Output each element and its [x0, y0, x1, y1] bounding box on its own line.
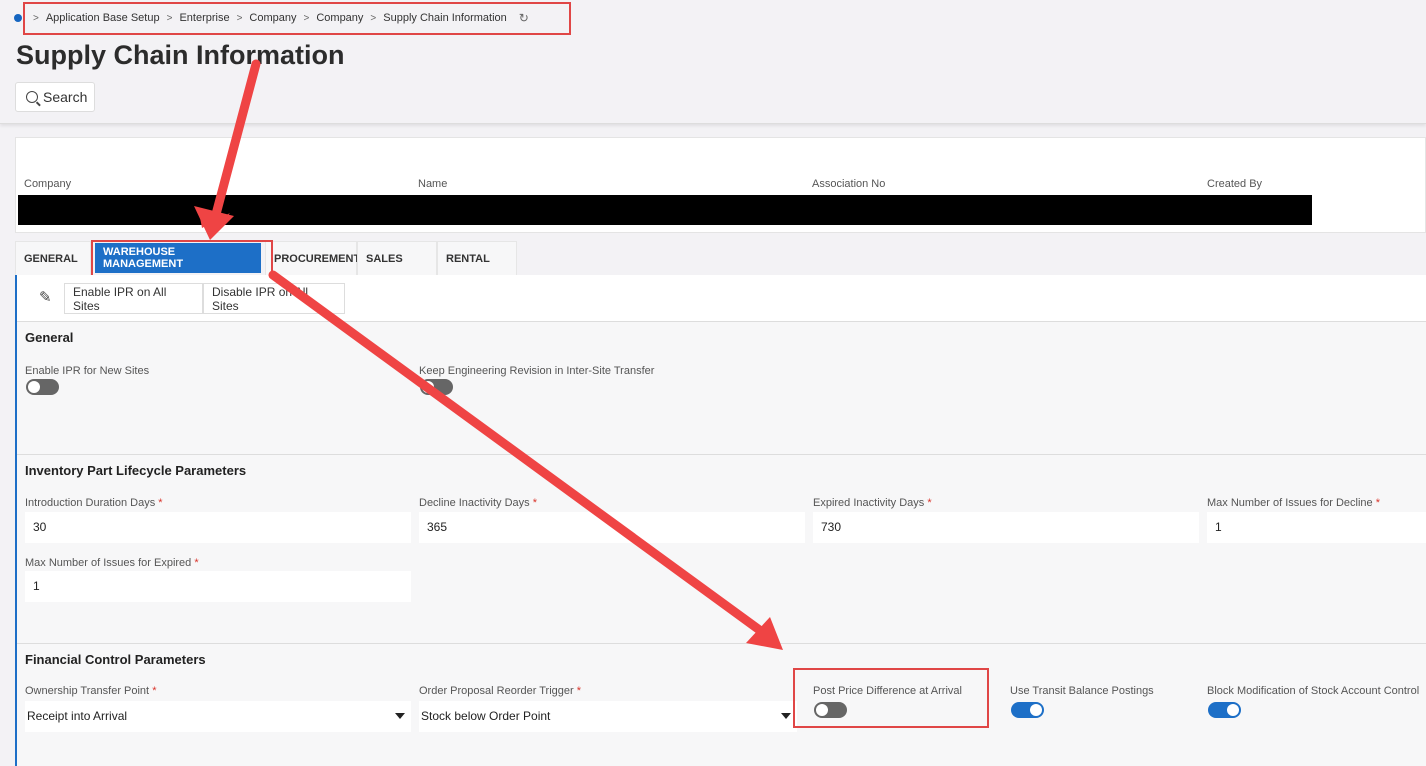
- tab-general[interactable]: GENERAL: [15, 241, 91, 275]
- command-toolbar: ✎ Enable IPR on All Sites Disable IPR on…: [17, 275, 1426, 321]
- toggle-knob: [422, 381, 434, 393]
- lifecycle-section-title: Inventory Part Lifecycle Parameters: [25, 463, 247, 478]
- max-expired-input[interactable]: 1: [25, 571, 411, 602]
- max-decline-input[interactable]: 1: [1207, 512, 1426, 543]
- redacted-values-bar: [18, 195, 1312, 225]
- lifecycle-section: Inventory Part Lifecycle Parameters Intr…: [17, 454, 1426, 643]
- ownership-transfer-select[interactable]: Receipt into Arrival: [25, 701, 411, 732]
- max-expired-label: Max Number of Issues for Expired *: [25, 557, 199, 569]
- record-header-card: Company Name Association No Created By: [15, 137, 1426, 233]
- disable-ipr-button[interactable]: Disable IPR on All Sites: [203, 283, 345, 314]
- decline-inactivity-label: Decline Inactivity Days *: [419, 497, 537, 509]
- block-modification-toggle[interactable]: [1208, 702, 1241, 718]
- annotation-box-tab: [91, 240, 273, 278]
- association-label: Association No: [812, 178, 886, 190]
- transit-balance-label: Use Transit Balance Postings: [1010, 685, 1154, 697]
- tab-sales[interactable]: SALES: [357, 241, 437, 275]
- enable-ipr-toggle[interactable]: [26, 379, 59, 395]
- ownership-transfer-value: Receipt into Arrival: [27, 709, 128, 723]
- chevron-down-icon: [395, 713, 405, 719]
- name-label: Name: [418, 178, 448, 190]
- general-section-title: General: [25, 330, 74, 345]
- block-modification-label: Block Modification of Stock Account Cont…: [1207, 685, 1420, 697]
- company-label: Company: [24, 178, 72, 190]
- reorder-trigger-select[interactable]: Stock below Order Point: [419, 701, 797, 732]
- reorder-trigger-label: Order Proposal Reorder Trigger *: [419, 685, 582, 697]
- tab-procurement[interactable]: PROCUREMENT: [265, 241, 360, 275]
- keep-revision-label: Keep Engineering Revision in Inter-Site …: [419, 365, 655, 377]
- tab-rental[interactable]: RENTAL: [437, 241, 517, 275]
- annotation-box-breadcrumb: [23, 2, 571, 35]
- financial-section-title: Financial Control Parameters: [25, 652, 206, 667]
- enable-ipr-button[interactable]: Enable IPR on All Sites: [64, 283, 203, 314]
- created-by-label: Created By: [1207, 178, 1263, 190]
- search-button[interactable]: Search: [15, 82, 95, 112]
- edit-pencil-icon[interactable]: ✎: [39, 288, 52, 306]
- ownership-transfer-label: Ownership Transfer Point *: [25, 685, 157, 697]
- decline-inactivity-input[interactable]: 365: [419, 512, 805, 543]
- chevron-down-icon: [781, 713, 791, 719]
- page-title: Supply Chain Information: [16, 40, 345, 70]
- tab-content: ✎ Enable IPR on All Sites Disable IPR on…: [15, 275, 1426, 766]
- expired-inactivity-label: Expired Inactivity Days *: [813, 497, 932, 509]
- reorder-trigger-value: Stock below Order Point: [421, 709, 551, 723]
- enable-ipr-label: Enable IPR for New Sites: [25, 365, 150, 377]
- home-icon[interactable]: [14, 14, 22, 22]
- toggle-knob: [28, 381, 40, 393]
- keep-revision-toggle[interactable]: [420, 379, 453, 395]
- intro-duration-label: Introduction Duration Days *: [25, 497, 163, 509]
- toggle-knob: [1030, 704, 1042, 716]
- financial-section: Financial Control Parameters Ownership T…: [17, 643, 1426, 766]
- transit-balance-toggle[interactable]: [1011, 702, 1044, 718]
- intro-duration-input[interactable]: 30: [25, 512, 411, 543]
- search-button-label: Search: [43, 89, 88, 105]
- toggle-knob: [1227, 704, 1239, 716]
- expired-inactivity-input[interactable]: 730: [813, 512, 1199, 543]
- general-section: General Enable IPR for New Sites Keep En…: [17, 321, 1426, 454]
- search-icon: [26, 91, 38, 103]
- annotation-box-post-price: [793, 668, 989, 728]
- max-decline-label: Max Number of Issues for Decline *: [1207, 497, 1381, 509]
